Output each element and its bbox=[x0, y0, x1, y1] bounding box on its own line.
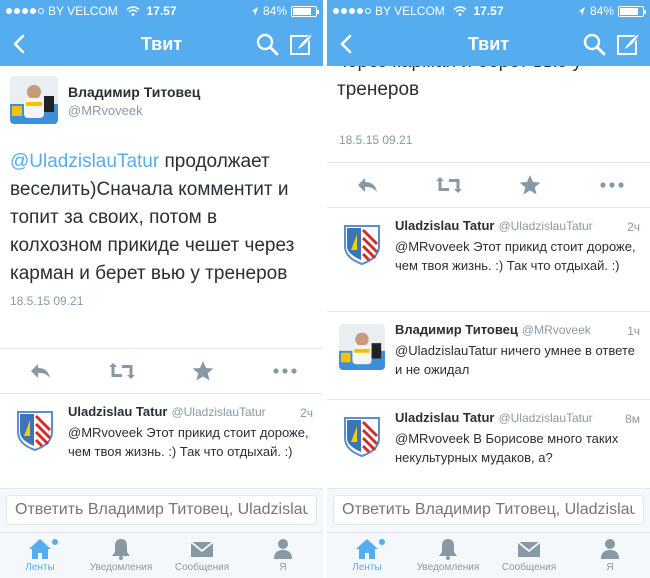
status-bar: BY VELCOM 17.57 84% bbox=[327, 0, 650, 22]
tab-messages[interactable]: Сообщения bbox=[489, 533, 569, 578]
reply-author-name[interactable]: Uladzislau Tatur bbox=[395, 410, 494, 425]
reply-item[interactable]: Uladzislau Tatur @UladzislauTatur 2ч @MR… bbox=[327, 208, 650, 312]
reply-author-name[interactable]: Владимир Титовец bbox=[395, 322, 518, 337]
tweet-text: @UladzislauTatur продолжает веселить)Сна… bbox=[10, 148, 313, 288]
nav-bar: Твит bbox=[327, 22, 650, 66]
unread-dot bbox=[52, 539, 58, 545]
tab-label: Уведомления bbox=[89, 562, 153, 573]
tab-me[interactable]: Я bbox=[243, 533, 323, 578]
reply-text: @MRvoveek Этот прикид стоит дороже, чем … bbox=[68, 425, 309, 459]
tab-label: Ленты bbox=[25, 562, 55, 573]
battery-icon bbox=[291, 5, 319, 17]
person-icon bbox=[274, 539, 292, 559]
tab-notifications[interactable]: Уведомления bbox=[81, 533, 161, 578]
nav-bar: Твит bbox=[0, 22, 323, 66]
envelope-icon bbox=[517, 541, 541, 557]
reply-item[interactable]: Uladzislau Tatur @UladzislauTatur 2ч @MR… bbox=[0, 394, 323, 488]
reply-author-name[interactable]: Uladzislau Tatur bbox=[395, 218, 494, 233]
status-bar: BY VELCOM 17.57 84% bbox=[0, 0, 323, 22]
reply-author-handle[interactable]: @MRvoveek bbox=[522, 323, 591, 337]
compose-tweet-icon[interactable] bbox=[289, 31, 315, 57]
battery-icon bbox=[618, 5, 646, 17]
battery-percent: 84% bbox=[262, 4, 287, 18]
tab-messages[interactable]: Сообщения bbox=[162, 533, 242, 578]
compose-tweet-icon[interactable] bbox=[616, 31, 642, 57]
bell-icon bbox=[112, 539, 130, 560]
reply-icon[interactable] bbox=[355, 175, 379, 195]
tweet-actions bbox=[0, 348, 323, 394]
tab-label: Сообщения bbox=[174, 562, 230, 573]
tab-bar: Ленты Уведомления Сообщения Я bbox=[0, 532, 323, 578]
battery-percent: 84% bbox=[589, 4, 614, 18]
tab-label: Я bbox=[279, 562, 287, 573]
reply-time: 1ч bbox=[627, 324, 640, 338]
favorite-star-icon[interactable] bbox=[518, 175, 542, 195]
more-options-icon[interactable] bbox=[271, 361, 299, 381]
tweet-author-handle[interactable]: @MRvoveek bbox=[68, 103, 200, 118]
location-arrow-icon bbox=[578, 6, 585, 16]
home-icon bbox=[29, 539, 51, 559]
home-icon bbox=[356, 539, 378, 559]
unread-dot bbox=[379, 539, 385, 545]
retweet-icon[interactable] bbox=[435, 175, 463, 195]
reply-item[interactable]: Uladzislau Tatur @UladzislauTatur 8м @MR… bbox=[327, 400, 650, 488]
tweet-screen-right: BY VELCOM 17.57 84% Твит тренеров 18.5.1… bbox=[327, 0, 650, 578]
reply-author-name[interactable]: Uladzislau Tatur bbox=[68, 404, 167, 419]
reply-icon[interactable] bbox=[28, 361, 52, 381]
tweet-timestamp: 18.5.15 09.21 bbox=[10, 294, 84, 308]
location-arrow-icon bbox=[251, 6, 258, 16]
search-icon[interactable] bbox=[582, 32, 606, 56]
reply-author-handle[interactable]: @UladzislauTatur bbox=[498, 219, 592, 233]
tweet-screen-left: BY VELCOM 17.57 84% Твит Владимир Титове… bbox=[0, 0, 323, 578]
search-icon[interactable] bbox=[255, 32, 279, 56]
avatar[interactable] bbox=[339, 324, 385, 370]
reply-text: @MRvoveek Этот прикид стоит дороже, чем … bbox=[395, 239, 636, 273]
reply-input[interactable] bbox=[6, 495, 317, 525]
shield-avatar[interactable] bbox=[339, 220, 385, 266]
reply-text: @MRvoveek В Борисове много таких некульт… bbox=[395, 431, 619, 465]
tweet-text-fragment: через карман и берет вью у тренеров bbox=[337, 66, 582, 100]
tab-timelines[interactable]: Ленты bbox=[0, 533, 80, 578]
shield-avatar[interactable] bbox=[339, 412, 385, 458]
tweet-actions bbox=[327, 162, 650, 208]
shield-avatar[interactable] bbox=[12, 406, 58, 452]
tab-bar: Ленты Уведомления Сообщения Я bbox=[327, 532, 650, 578]
tab-notifications[interactable]: Уведомления bbox=[408, 533, 488, 578]
tab-label: Сообщения bbox=[501, 562, 557, 573]
reply-time: 2ч bbox=[627, 220, 640, 234]
tab-timelines[interactable]: Ленты bbox=[327, 533, 407, 578]
reply-time: 8м bbox=[625, 412, 640, 426]
tweet-author-name[interactable]: Владимир Титовец bbox=[68, 84, 200, 100]
tab-label: Я bbox=[606, 562, 614, 573]
tab-me[interactable]: Я bbox=[570, 533, 650, 578]
reply-author-handle[interactable]: @UladzislauTatur bbox=[171, 405, 265, 419]
mention-link[interactable]: @UladzislauTatur bbox=[10, 151, 159, 172]
reply-bar bbox=[327, 488, 650, 532]
retweet-icon[interactable] bbox=[108, 361, 136, 381]
more-options-icon[interactable] bbox=[598, 175, 626, 195]
tab-label: Уведомления bbox=[416, 562, 480, 573]
envelope-icon bbox=[190, 541, 214, 557]
reply-item[interactable]: Владимир Титовец @MRvoveek 1ч @Uladzisla… bbox=[327, 312, 650, 400]
person-icon bbox=[601, 539, 619, 559]
avatar[interactable] bbox=[10, 76, 58, 124]
favorite-star-icon[interactable] bbox=[191, 361, 215, 381]
tweet-timestamp: 18.5.15 09.21 bbox=[339, 133, 413, 147]
tab-label: Ленты bbox=[352, 562, 382, 573]
reply-text: @UladzislauTatur ничего умнее в ответе и… bbox=[395, 343, 635, 377]
reply-author-handle[interactable]: @UladzislauTatur bbox=[498, 411, 592, 425]
reply-bar bbox=[0, 488, 323, 532]
main-tweet: Владимир Титовец @MRvoveek @UladzislauTa… bbox=[0, 66, 323, 348]
reply-time: 2ч bbox=[300, 406, 313, 420]
reply-input[interactable] bbox=[333, 495, 644, 525]
tweet-text-scrolled: через карман и берет вью у тренеров bbox=[337, 66, 642, 128]
bell-icon bbox=[439, 539, 457, 560]
